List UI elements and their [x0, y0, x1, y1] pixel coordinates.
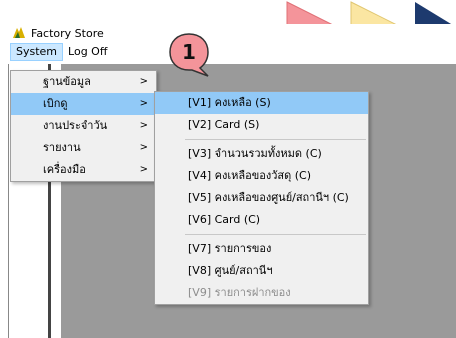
menu-item-label: ฐานข้อมูล — [43, 75, 91, 88]
menu-item-daily[interactable]: งานประจำวัน > — [11, 115, 156, 137]
menu-item-database[interactable]: ฐานข้อมูล > — [11, 71, 156, 93]
menu-separator — [185, 234, 366, 235]
step-callout-badge: 1 — [169, 33, 209, 77]
menu-item-view[interactable]: เบิกดู > — [11, 93, 156, 115]
menu-item-label: เครื่องมือ — [43, 163, 86, 176]
submenu-item-v3[interactable]: [V3] จำนวนรวมทั้งหมด (C) — [155, 143, 368, 165]
submenu-item-v1[interactable]: [V1] คงเหลือ (S) — [155, 92, 368, 114]
view-submenu: [V1] คงเหลือ (S) [V2] Card (S) [V3] จำนว… — [154, 91, 369, 305]
submenu-item-label: [V3] จำนวนรวมทั้งหมด (C) — [188, 147, 322, 160]
submenu-item-label: [V1] คงเหลือ (S) — [188, 96, 271, 109]
submenu-item-v6[interactable]: [V6] Card (C) — [155, 209, 368, 231]
submenu-item-label: [V2] Card (S) — [188, 118, 260, 131]
chevron-right-icon: > — [139, 76, 148, 87]
submenu-item-v8[interactable]: [V8] ศูนย์/สถานีฯ — [155, 260, 368, 282]
chevron-right-icon: > — [139, 120, 148, 131]
menu-bar: System Log Off — [8, 42, 456, 62]
chevron-right-icon: > — [139, 98, 148, 109]
submenu-item-label: [V5] คงเหลือของศูนย์/สถานีฯ (C) — [188, 191, 349, 204]
menu-item-tools[interactable]: เครื่องมือ > — [11, 159, 156, 181]
submenu-item-v7[interactable]: [V7] รายการของ — [155, 238, 368, 260]
system-menu: ฐานข้อมูล > เบิกดู > งานประจำวัน > รายงา… — [10, 70, 157, 182]
submenu-item-label: [V6] Card (C) — [188, 213, 261, 226]
submenu-item-label: [V4] คงเหลือของวัสดุ (C) — [188, 169, 311, 182]
submenu-item-v4[interactable]: [V4] คงเหลือของวัสดุ (C) — [155, 165, 368, 187]
submenu-item-v9: [V9] รายการฝากของ — [155, 282, 368, 304]
submenu-item-label: [V9] รายการฝากของ — [188, 286, 291, 299]
submenu-item-v2[interactable]: [V2] Card (S) — [155, 114, 368, 136]
factory-logo-icon — [12, 26, 26, 40]
menu-log-off[interactable]: Log Off — [63, 43, 112, 61]
chevron-right-icon: > — [139, 164, 148, 175]
submenu-item-label: [V7] รายการของ — [188, 242, 272, 255]
menu-item-label: รายงาน — [43, 141, 81, 154]
chevron-right-icon: > — [139, 142, 148, 153]
submenu-item-label: [V8] ศูนย์/สถานีฯ — [188, 264, 273, 277]
menu-item-report[interactable]: รายงาน > — [11, 137, 156, 159]
menu-item-label: งานประจำวัน — [43, 119, 108, 132]
window-title: Factory Store — [31, 26, 104, 40]
title-bar: Factory Store — [8, 24, 456, 42]
submenu-item-v5[interactable]: [V5] คงเหลือของศูนย์/สถานีฯ (C) — [155, 187, 368, 209]
menu-system[interactable]: System — [10, 43, 64, 61]
menu-separator — [185, 139, 366, 140]
callout-number: 1 — [182, 40, 196, 64]
menu-item-label: เบิกดู — [43, 97, 68, 110]
